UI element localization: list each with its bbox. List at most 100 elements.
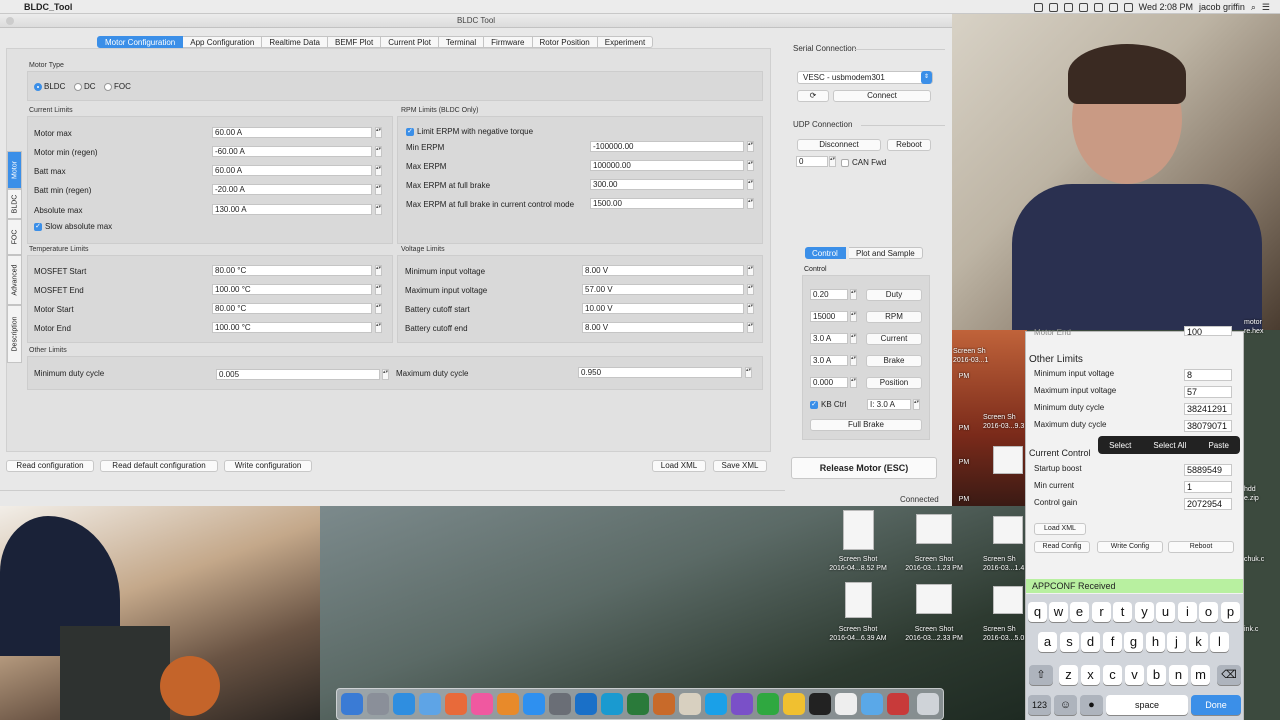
key-l[interactable]: l [1210, 632, 1229, 652]
kb-ctrl-checkbox[interactable]: ✓ KB Ctrl [810, 400, 846, 409]
terminal-icon[interactable] [809, 693, 831, 715]
preview-icon[interactable] [679, 693, 701, 715]
key-v[interactable]: v [1125, 665, 1144, 685]
viber-icon[interactable] [731, 693, 753, 715]
microphone-key-icon[interactable]: ● [1080, 695, 1103, 715]
can-fwd-checkbox[interactable]: CAN Fwd [841, 158, 886, 167]
spin-arrows-icon[interactable]: ▴▾ [850, 311, 857, 322]
refresh-button[interactable]: ⟳ [797, 90, 829, 102]
max-input-voltage-field[interactable]: 57.00 V [582, 284, 744, 295]
word-icon[interactable] [575, 693, 597, 715]
safari-icon[interactable] [393, 693, 415, 715]
read-configuration-button[interactable]: Read configuration [6, 460, 94, 472]
phone-field[interactable]: 2072954 [1184, 498, 1232, 510]
file-icon[interactable] [993, 446, 1023, 474]
absolute-max-field[interactable]: 130.00 A [212, 204, 372, 215]
key-w[interactable]: w [1049, 602, 1068, 622]
viber-icon[interactable] [1078, 2, 1088, 12]
key-j[interactable]: j [1167, 632, 1186, 652]
key-a[interactable]: a [1038, 632, 1057, 652]
key-e[interactable]: e [1070, 602, 1089, 622]
file-label[interactable]: Screen Sh 2016-03...1.4 [983, 555, 1025, 573]
spin-arrows-icon[interactable]: ▴▾ [375, 303, 382, 314]
tab-bemf-plot[interactable]: BEMF Plot [328, 36, 382, 48]
spin-arrows-icon[interactable]: ▴▾ [850, 377, 857, 388]
side-tab-foc[interactable]: FOC [7, 219, 22, 255]
spin-arrows-icon[interactable]: ▴▾ [382, 369, 389, 380]
key-r[interactable]: r [1092, 602, 1111, 622]
phone-write-config-button[interactable]: Write Config [1097, 541, 1163, 553]
side-tab-description[interactable]: Description [7, 305, 22, 363]
file-label[interactable]: PM [954, 495, 974, 504]
tab-motor-configuration[interactable]: Motor Configuration [97, 36, 184, 48]
motor-max-field[interactable]: 60.00 A [212, 127, 372, 138]
mosfet-start-field[interactable]: 80.00 °C [212, 265, 372, 276]
serial-port-select[interactable]: VESC - usbmodem301 [797, 71, 933, 84]
rpm-field[interactable]: 15000 [810, 311, 848, 322]
file-label[interactable]: Screen Shot 2016-04...8.52 PM [818, 555, 898, 573]
tab-plot-and-sample[interactable]: Plot and Sample [849, 247, 923, 259]
file-label[interactable]: Screen Sh 2016-03...1 [953, 347, 1025, 365]
phone-read-config-button[interactable]: Read Config [1034, 541, 1090, 553]
reboot-button[interactable]: Reboot [887, 139, 931, 151]
numbers-key[interactable]: 123 [1028, 695, 1051, 715]
tab-terminal[interactable]: Terminal [438, 36, 485, 48]
radio-foc[interactable]: FOC [104, 82, 131, 91]
batt-min-field[interactable]: -20.00 A [212, 184, 372, 195]
udp-port-field[interactable]: 0 [796, 156, 828, 167]
close-button[interactable] [6, 17, 14, 25]
file-label[interactable]: hdd e.zip [1244, 485, 1280, 503]
bluetooth-icon[interactable] [1093, 2, 1103, 12]
paste-menu-item[interactable]: Paste [1208, 441, 1228, 450]
phone-reboot-button[interactable]: Reboot [1168, 541, 1234, 553]
file-label[interactable]: Screen Sh 2016-03...9.3 [983, 413, 1025, 431]
file-label[interactable]: motor re.hex [1244, 318, 1280, 336]
key-p[interactable]: p [1221, 602, 1240, 622]
slow-absolute-max-checkbox[interactable]: ✓ Slow absolute max [34, 222, 112, 231]
phone-field[interactable]: 5889549 [1184, 464, 1232, 476]
spin-arrows-icon[interactable]: ▴▾ [375, 204, 382, 215]
key-m[interactable]: m [1191, 665, 1210, 685]
file-label[interactable]: Screen Sh 2016-03...5.0 [983, 625, 1025, 643]
teamviewer-icon[interactable] [601, 693, 623, 715]
tab-firmware[interactable]: Firmware [484, 36, 533, 48]
list-icon[interactable]: ☰ [1262, 2, 1270, 13]
spin-arrows-icon[interactable]: ▴▾ [375, 284, 382, 295]
file-label[interactable]: Screen Shot 2016-03...2.33 PM [894, 625, 974, 643]
key-z[interactable]: z [1059, 665, 1078, 685]
spin-arrows-icon[interactable]: ▴▾ [747, 160, 754, 171]
spin-arrows-icon[interactable]: ▴▾ [829, 156, 836, 167]
batt-max-field[interactable]: 60.00 A [212, 165, 372, 176]
max-erpm-full-brake-field[interactable]: 300.00 [590, 179, 744, 190]
select-all-menu-item[interactable]: Select All [1153, 441, 1186, 450]
spin-arrows-icon[interactable]: ▴▾ [745, 367, 752, 378]
file-label[interactable]: Screen Shot 2016-03...1.23 PM [894, 555, 974, 573]
radio-dc[interactable]: DC [74, 82, 96, 91]
spin-arrows-icon[interactable]: ▴▾ [747, 303, 754, 314]
mathematica-icon[interactable] [653, 693, 675, 715]
spin-arrows-icon[interactable]: ▴▾ [747, 284, 754, 295]
motor-end-field[interactable]: 100.00 °C [212, 322, 372, 333]
wifi-icon[interactable] [1108, 2, 1118, 12]
key-g[interactable]: g [1124, 632, 1143, 652]
spin-arrows-icon[interactable]: ▴▾ [375, 265, 382, 276]
phone-field[interactable]: 38241291 [1184, 403, 1232, 415]
motor-min-field[interactable]: -60.00 A [212, 146, 372, 157]
motor-start-field[interactable]: 80.00 °C [212, 303, 372, 314]
document-icon[interactable] [835, 693, 857, 715]
file-icon[interactable] [993, 516, 1023, 544]
file-icon[interactable] [843, 510, 874, 550]
full-brake-button[interactable]: Full Brake [810, 419, 922, 431]
itunes-icon[interactable] [471, 693, 493, 715]
spin-arrows-icon[interactable]: ▴▾ [375, 127, 382, 138]
key-t[interactable]: t [1113, 602, 1132, 622]
phone-field[interactable]: 1 [1184, 481, 1232, 493]
battery-icon[interactable] [1123, 2, 1133, 12]
file-icon[interactable] [916, 584, 952, 614]
menu-clock[interactable]: Wed 2:08 PM [1139, 2, 1193, 12]
photo-booth-icon[interactable] [887, 693, 909, 715]
min-duty-field[interactable]: 0.005 [216, 369, 380, 380]
skype-icon[interactable] [705, 693, 727, 715]
tab-rotor-position[interactable]: Rotor Position [532, 36, 598, 48]
radio-bldc[interactable]: BLDC [34, 82, 65, 91]
